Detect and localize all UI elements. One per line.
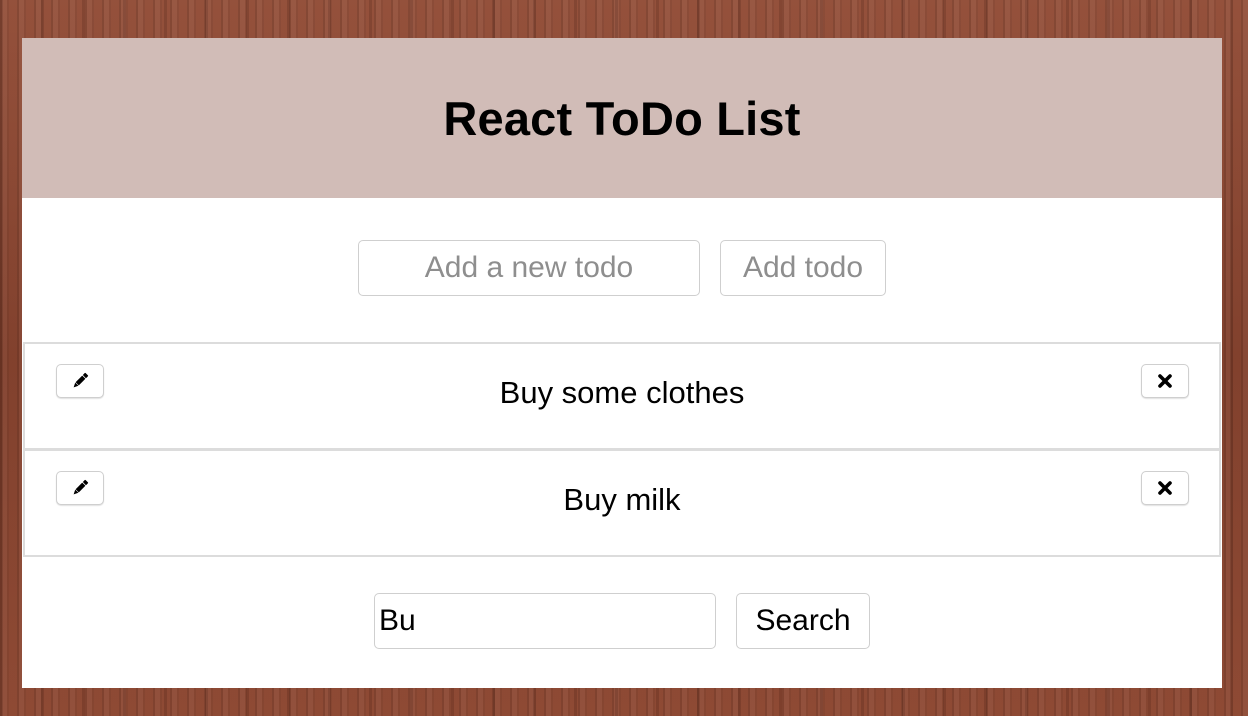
add-todo-form: Add todo (22, 198, 1222, 343)
app-header: React ToDo List (22, 38, 1222, 198)
search-input[interactable] (374, 593, 716, 649)
delete-todo-button[interactable] (1141, 471, 1189, 505)
close-icon (1157, 373, 1173, 389)
add-todo-button[interactable]: Add todo (720, 240, 886, 296)
todo-item: Buy milk (23, 449, 1221, 557)
todo-text: Buy milk (563, 482, 681, 517)
new-todo-input[interactable] (358, 240, 700, 296)
close-icon (1157, 480, 1173, 496)
delete-todo-button[interactable] (1141, 364, 1189, 398)
todo-item: Buy some clothes (23, 342, 1221, 450)
search-button[interactable]: Search (736, 593, 870, 649)
page-title: React ToDo List (443, 91, 801, 145)
todo-text: Buy some clothes (499, 375, 745, 410)
todo-app: React ToDo List Add todo Buy some clothe… (22, 38, 1222, 688)
